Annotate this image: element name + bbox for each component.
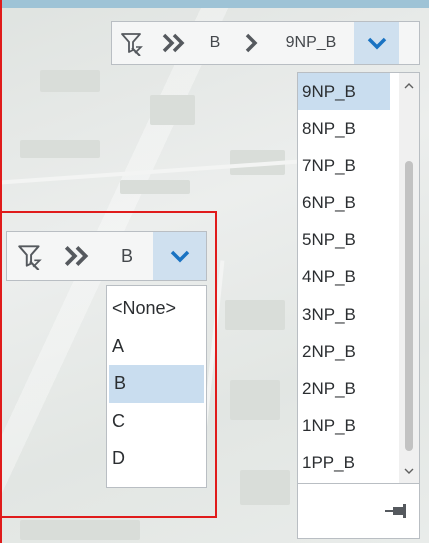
breadcrumb-level-floor[interactable]: 9NP_B [268, 22, 354, 64]
scroll-up-arrow-icon[interactable] [399, 75, 419, 95]
floor-option[interactable]: 5NP_B [298, 221, 390, 258]
chevron-down-icon [367, 37, 386, 50]
inner-breadcrumb-bar: B [6, 231, 207, 281]
building-option[interactable]: B [109, 365, 204, 403]
floor-option[interactable]: 8NP_B [298, 110, 390, 147]
double-chevron-icon[interactable] [152, 22, 196, 64]
scroll-down-arrow-icon[interactable] [399, 461, 419, 481]
floor-option[interactable]: 6NP_B [298, 184, 390, 221]
building-option[interactable]: A [107, 328, 206, 366]
building-dropdown-button[interactable] [153, 232, 206, 280]
floor-option[interactable]: 3NP_B [298, 296, 390, 333]
filter-icon[interactable] [112, 22, 152, 64]
top-breadcrumb-bar: B 9NP_B [111, 21, 420, 65]
building-option[interactable]: D [107, 440, 206, 478]
floor-dropdown-button[interactable] [354, 22, 399, 64]
floor-option[interactable]: 1NP_B [298, 407, 390, 444]
floor-option[interactable]: 1PP_B [298, 444, 390, 481]
double-chevron-icon[interactable] [53, 232, 101, 280]
floor-list-footer [297, 483, 420, 539]
building-option[interactable]: <None> [107, 290, 206, 328]
floor-option[interactable]: 2NP_B [298, 333, 390, 370]
breadcrumb-level-b[interactable]: B [196, 22, 234, 64]
floor-option[interactable]: 9NP_B [298, 73, 390, 111]
chevron-down-icon [170, 250, 189, 263]
floor-option[interactable]: 7NP_B [298, 147, 390, 184]
pin-icon[interactable] [383, 502, 409, 520]
floor-list-scrollbar[interactable] [399, 73, 419, 483]
building-list: <None> A B C D [106, 285, 207, 488]
filter-icon[interactable] [7, 232, 53, 280]
breadcrumb-level-b[interactable]: B [101, 232, 153, 280]
window-top-strip [0, 0, 429, 8]
building-option[interactable]: C [107, 403, 206, 441]
scroll-thumb[interactable] [405, 161, 413, 451]
floor-option[interactable]: 2NP_B [298, 370, 390, 407]
floor-list: 9NP_B 8NP_B 7NP_B 6NP_B 5NP_B 4NP_B 3NP_… [297, 72, 420, 484]
chevron-right-icon [234, 22, 268, 64]
floor-option[interactable]: 4NP_B [298, 258, 390, 295]
